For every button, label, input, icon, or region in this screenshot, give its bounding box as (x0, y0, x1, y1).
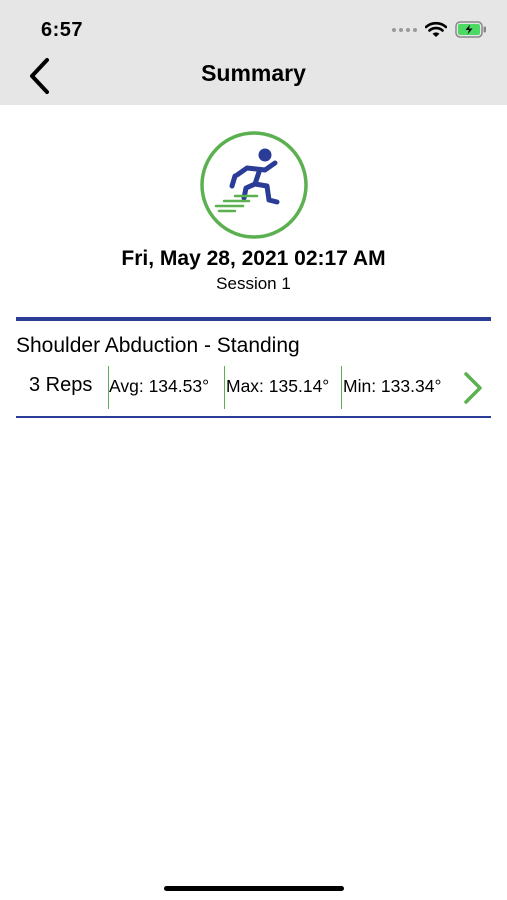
battery-icon (455, 21, 486, 38)
running-person-icon (200, 131, 308, 239)
home-indicator (164, 886, 344, 891)
status-time: 6:57 (41, 19, 84, 41)
max-stat: Max: 135.14° (226, 376, 330, 396)
stat-divider (341, 366, 342, 409)
exercise-name: Shoulder Abduction - Standing (16, 334, 300, 357)
session-label: Session 1 (216, 274, 291, 293)
chevron-right-icon[interactable] (460, 371, 486, 405)
page-title: Summary (201, 60, 306, 86)
avg-stat: Avg: 134.53° (109, 376, 210, 396)
top-bar: 6:57 Summary (0, 0, 507, 105)
row-divider (16, 416, 491, 418)
reps-count: 3 Reps (29, 374, 93, 396)
min-stat: Min: 133.34° (343, 376, 442, 396)
status-icons (392, 21, 487, 38)
section-divider (16, 317, 491, 321)
wifi-icon (425, 21, 447, 37)
exercise-stats-row[interactable]: 3 Reps Avg: 134.53° Max: 135.14° Min: 13… (16, 366, 491, 410)
session-date: Fri, May 28, 2021 02:17 AM (121, 247, 386, 270)
signal-icon (392, 27, 417, 32)
stat-divider (224, 366, 225, 409)
